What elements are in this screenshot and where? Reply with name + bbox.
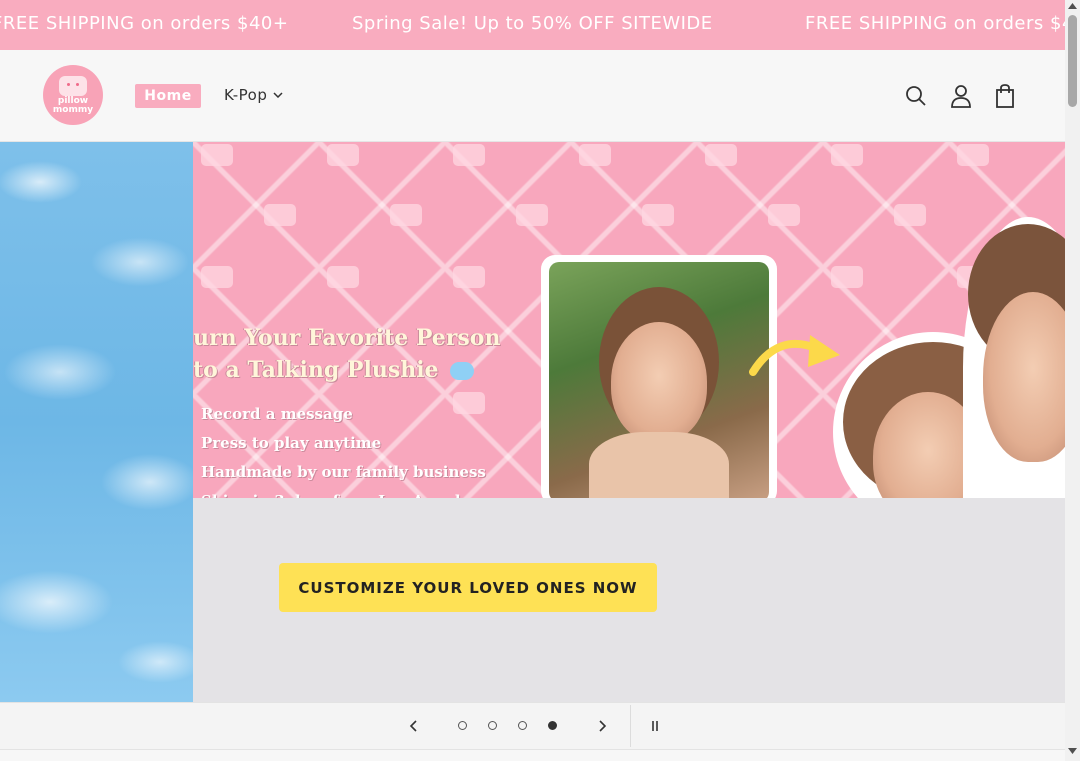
nav-kpop-label: K-Pop <box>224 86 268 104</box>
hero-bullets: Record a message Press to play anytime H… <box>201 400 486 498</box>
account-icon[interactable] <box>949 83 973 109</box>
face <box>611 322 707 442</box>
cart-icon[interactable] <box>993 83 1017 109</box>
pillow-pattern-icon <box>642 204 674 226</box>
slide-dot-1[interactable] <box>458 721 467 730</box>
pillow-pattern-icon <box>516 204 548 226</box>
chevron-down-icon <box>273 92 283 98</box>
search-icon[interactable] <box>904 83 928 109</box>
hero-bullet: Handmade by our family business <box>201 463 486 481</box>
pillow-pattern-icon <box>453 266 485 288</box>
announcement-item: FREE SHIPPING on orders $40+ <box>0 13 289 34</box>
nav-home[interactable]: Home <box>135 84 201 108</box>
slide-dot-3[interactable] <box>518 721 527 730</box>
hero-banner[interactable]: urn Your Favorite Person to a Talking Pl… <box>193 142 1065 498</box>
chevron-left-icon[interactable] <box>408 719 420 733</box>
hero-slideshow: urn Your Favorite Person to a Talking Pl… <box>0 142 1065 702</box>
announcement-item: FREE SHIPPING on orders $40+ <box>805 13 1065 34</box>
pillow-pattern-icon <box>831 266 863 288</box>
pillow-pattern-icon <box>201 144 233 166</box>
nav-kpop[interactable]: K-Pop <box>224 86 283 104</box>
pillow-pattern-icon <box>579 144 611 166</box>
pillow-pattern-icon <box>705 144 737 166</box>
site-header: pillow mommy Home K-Pop <box>0 50 1065 142</box>
controls-divider <box>630 705 631 747</box>
scroll-down-icon[interactable] <box>1068 748 1077 754</box>
slideshow-controls <box>0 702 1065 750</box>
hero-headline-line2: to a Talking Plushie <box>193 354 500 386</box>
hero-bullet: Press to play anytime <box>201 434 382 452</box>
pillow-pattern-icon <box>768 204 800 226</box>
hero-bullet: Record a message <box>201 405 353 423</box>
page-scrollbar[interactable] <box>1065 0 1080 761</box>
sky-image <box>0 142 193 702</box>
scroll-up-icon[interactable] <box>1068 3 1077 9</box>
pillow-pattern-icon <box>453 144 485 166</box>
pillow-pattern-icon <box>894 204 926 226</box>
pillow-pattern-icon <box>201 266 233 288</box>
slide-dot-4[interactable] <box>548 721 557 730</box>
hero-headline-line1: urn Your Favorite Person <box>193 325 501 351</box>
shoulders <box>589 432 729 498</box>
hero-headline-line2-text: to a Talking Plushie <box>193 357 439 383</box>
portrait-photo <box>549 262 769 498</box>
hero-headline: urn Your Favorite Person to a Talking Pl… <box>193 322 500 386</box>
pillow-pattern-icon <box>264 204 296 226</box>
pillow-pattern-icon <box>390 204 422 226</box>
pillow-pattern-icon <box>957 144 989 166</box>
logo-text-line2: mommy <box>52 104 94 115</box>
customize-cta-button[interactable]: CUSTOMIZE YOUR LOVED ONES NOW <box>279 563 657 612</box>
pillow-pattern-icon <box>327 266 359 288</box>
pillow-logo-icon <box>59 75 87 96</box>
announcement-bar: FREE SHIPPING on orders $40+ Spring Sale… <box>0 0 1065 50</box>
announcement-item: Spring Sale! Up to 50% OFF SITEWIDE <box>352 13 713 34</box>
scrollbar-thumb[interactable] <box>1068 15 1077 107</box>
slide-dot-2[interactable] <box>488 721 497 730</box>
chevron-right-icon[interactable] <box>596 719 608 733</box>
speech-bubble-icon <box>450 362 475 380</box>
logo[interactable]: pillow mommy <box>43 65 103 125</box>
hero-bullet: Ships in 3 days from Los Angeles <box>201 487 486 498</box>
pause-icon[interactable] <box>648 719 662 733</box>
arrow-right-icon <box>749 335 840 376</box>
pillow-pattern-icon <box>831 144 863 166</box>
pillow-pattern-icon <box>327 144 359 166</box>
